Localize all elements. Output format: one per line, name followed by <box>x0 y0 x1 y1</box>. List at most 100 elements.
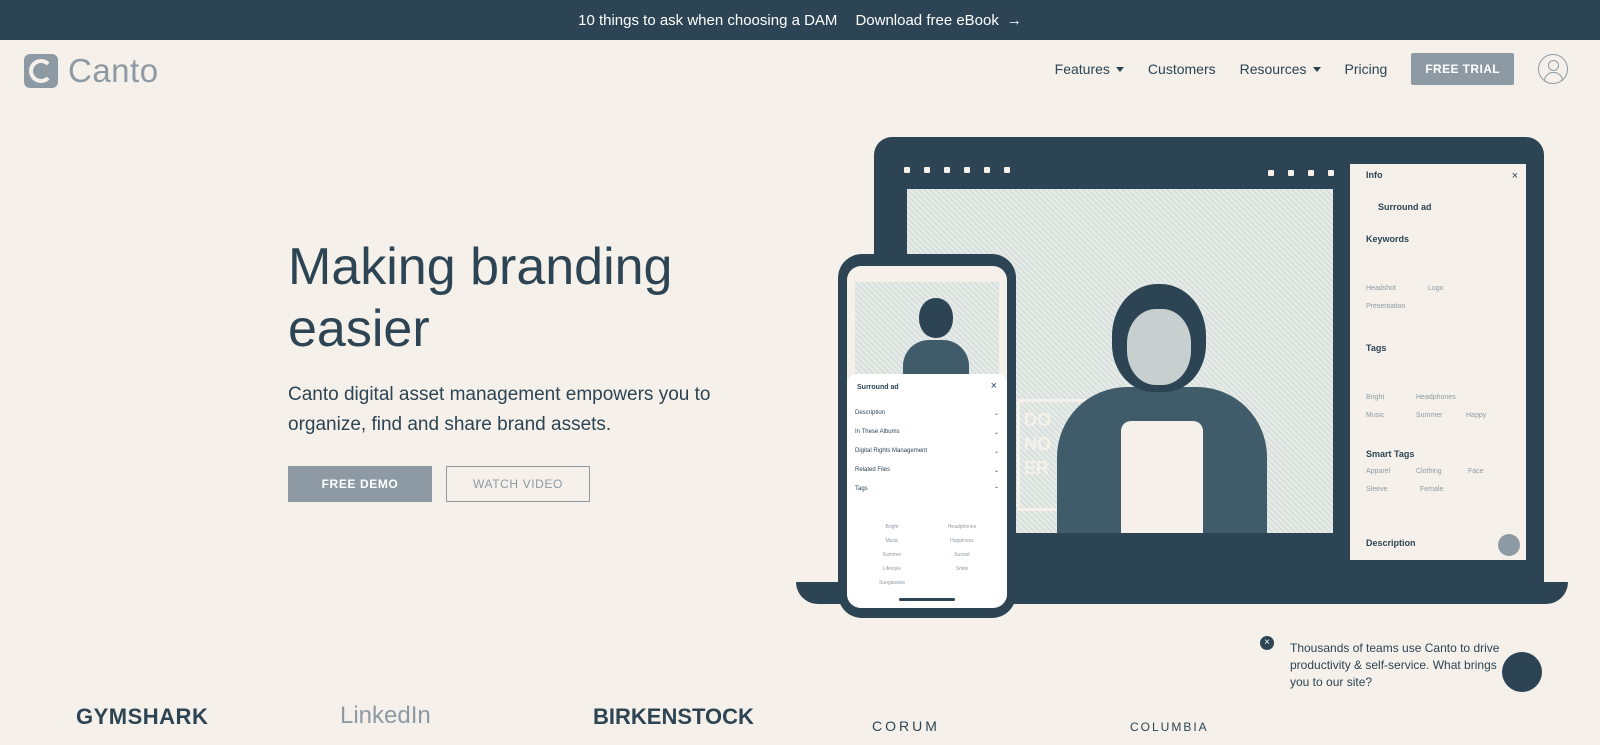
smart-tag-chip: Apparel <box>1366 468 1391 475</box>
free-demo-button[interactable]: FREE DEMO <box>288 466 432 502</box>
smart-tag-chip: Clothing <box>1416 468 1442 475</box>
undo-icon <box>1268 170 1274 176</box>
phone-sheet-row-label: Related Files <box>855 467 891 473</box>
download-ebook-link[interactable]: Download free eBook → <box>855 12 1021 29</box>
minus-icon <box>984 167 990 173</box>
nav-resources[interactable]: Resources <box>1240 61 1321 77</box>
hero-subtitle: Canto digital asset management empowers … <box>288 384 711 435</box>
main-nav: Features Customers Resources Pricing FRE… <box>1055 53 1568 85</box>
nav-resources-label: Resources <box>1239 61 1307 77</box>
phone-tag-grid: Bright Headphones Music Happiness Summer… <box>857 524 997 586</box>
user-account-icon[interactable] <box>1538 54 1568 84</box>
nav-pricing[interactable]: Pricing <box>1345 61 1388 77</box>
phone-tag: Happiness <box>950 538 974 544</box>
phone-tag: Headphones <box>947 524 977 530</box>
tag-icon <box>1308 170 1314 176</box>
asset-name: Surround ad <box>1378 202 1432 212</box>
free-trial-button[interactable]: FREE TRIAL <box>1411 53 1514 85</box>
smart-tag-chip: Sleeve <box>1366 486 1388 493</box>
phone-sheet-row-label: Digital Rights Management <box>855 448 928 454</box>
close-icon[interactable]: × <box>1260 636 1274 650</box>
tag-chip: Bright <box>1366 394 1385 401</box>
hero-title: Making branding easier <box>288 238 673 358</box>
person-face <box>1127 309 1191 385</box>
phone-tag: Lifestyle <box>882 566 902 572</box>
gymshark-logo: GYMSHARK <box>76 704 209 729</box>
phone-sheet-row: Tags ⌃ <box>855 486 999 493</box>
help-icon <box>1498 534 1520 556</box>
corum-logo: CORUM <box>872 718 940 734</box>
keywords-heading: Keywords <box>1366 234 1410 244</box>
phone-sheet-title: Surround ad <box>857 384 899 391</box>
smart-tags-heading: Smart Tags <box>1366 449 1415 459</box>
redo-icon <box>1288 170 1294 176</box>
info-panel-title: Info <box>1366 170 1383 180</box>
heart-icon <box>904 167 910 173</box>
nav-features-label: Features <box>1054 61 1110 77</box>
nav-features[interactable]: Features <box>1055 61 1124 77</box>
chat-message: Thousands of teams use Canto to drive pr… <box>1290 641 1500 689</box>
tag-chip: Music <box>1366 412 1385 419</box>
nav-pricing-label: Pricing <box>1344 61 1388 77</box>
smart-tag-chip: Face <box>1468 468 1484 475</box>
phone-tag: Sunglasses <box>879 580 905 586</box>
phone-sheet-row: Digital Rights Management ⌄ <box>855 448 999 455</box>
phone-sheet-row-label: Description <box>855 410 886 416</box>
phone-screen: Surround ad × Description ⌄ In These Albu… <box>847 266 1007 608</box>
laptop-toolbar-icons <box>904 167 1010 173</box>
person-shirt <box>1121 421 1203 533</box>
phone-person-head <box>919 298 953 338</box>
chevron-down-icon: ⌄ <box>993 430 999 436</box>
watch-video-button[interactable]: WATCH VIDEO <box>446 466 590 502</box>
customer-logos: GYMSHARK LinkedIn BIRKENSTOCK CORUM COLU… <box>0 700 1600 745</box>
dot-icon <box>924 167 930 173</box>
chevron-down-icon <box>1115 66 1124 72</box>
phone-sheet-row-label: In These Albums <box>855 429 900 435</box>
keyword-chip: Logo <box>1428 285 1444 292</box>
arrow-right-icon: → <box>1006 11 1022 29</box>
tag-chip: Summer <box>1416 412 1443 419</box>
phone-tag: Sunset <box>954 552 970 558</box>
banner-text: 10 things to ask when choosing a DAM <box>578 11 838 29</box>
tag-chip: Headphones <box>1416 394 1456 401</box>
linkedin-logo: LinkedIn <box>340 702 431 729</box>
close-icon: × <box>990 380 997 392</box>
chevron-up-icon: ⌃ <box>993 487 999 493</box>
chevron-down-icon: ⌄ <box>993 411 999 417</box>
chat-bot-avatar[interactable] <box>1502 652 1542 692</box>
tag-chip: Happy <box>1466 412 1487 419</box>
phone-illustration: Surround ad × Description ⌄ In These Albu… <box>838 254 1016 618</box>
window-icon <box>1004 167 1010 173</box>
keyword-chip: Headshot <box>1366 285 1396 292</box>
download-ebook-label: Download free eBook <box>855 11 999 29</box>
canto-logo-text: Canto <box>68 52 159 89</box>
close-icon: × <box>1511 170 1518 182</box>
phone-info-sheet: Surround ad × Description ⌄ In These Albu… <box>847 374 1007 608</box>
chevron-down-icon <box>1312 66 1321 72</box>
trash-icon <box>1328 170 1334 176</box>
canto-logo-icon <box>24 54 58 88</box>
phone-home-bar <box>899 598 955 601</box>
phone-sheet-row: In These Albums ⌄ <box>855 429 999 436</box>
columbia-logo: COLUMBIA <box>1130 720 1209 734</box>
download-icon <box>964 167 970 173</box>
phone-sheet-row: Related Files ⌄ <box>855 467 999 474</box>
phone-tag: Smile <box>955 566 969 572</box>
nav-customers[interactable]: Customers <box>1148 61 1216 77</box>
phone-photo <box>855 282 999 382</box>
chevron-down-icon: ⌄ <box>993 449 999 455</box>
phone-sheet-row: Description ⌄ <box>855 410 999 417</box>
chevron-down-icon: ⌄ <box>993 468 999 474</box>
phone-tag: Music <box>885 538 899 544</box>
description-heading: Description <box>1366 538 1416 548</box>
keyword-chip: Presentation <box>1366 303 1406 310</box>
share-icon <box>944 167 950 173</box>
canto-logo[interactable]: Canto <box>24 52 159 90</box>
nav-customers-label: Customers <box>1147 61 1216 77</box>
tags-heading: Tags <box>1366 343 1387 353</box>
phone-tag: Summer <box>882 552 902 558</box>
birkenstock-logo: BIRKENSTOCK <box>593 704 754 729</box>
announcement-banner: 10 things to ask when choosing a DAM Dow… <box>0 0 1600 40</box>
smart-tag-chip: Female <box>1420 486 1444 493</box>
phone-tag: Bright <box>885 524 899 530</box>
